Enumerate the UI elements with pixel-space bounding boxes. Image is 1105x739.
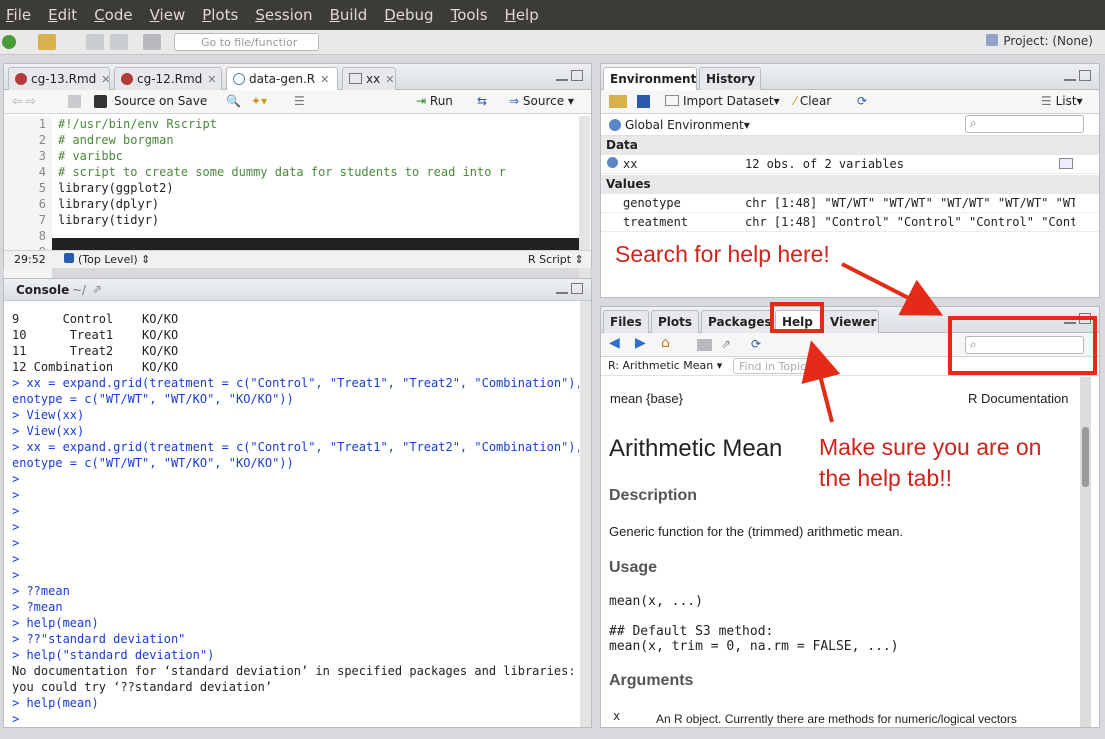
arrow-to-search (841, 262, 944, 316)
arrow-to-help-tab (801, 340, 841, 423)
annotation-arrows (801, 262, 944, 423)
